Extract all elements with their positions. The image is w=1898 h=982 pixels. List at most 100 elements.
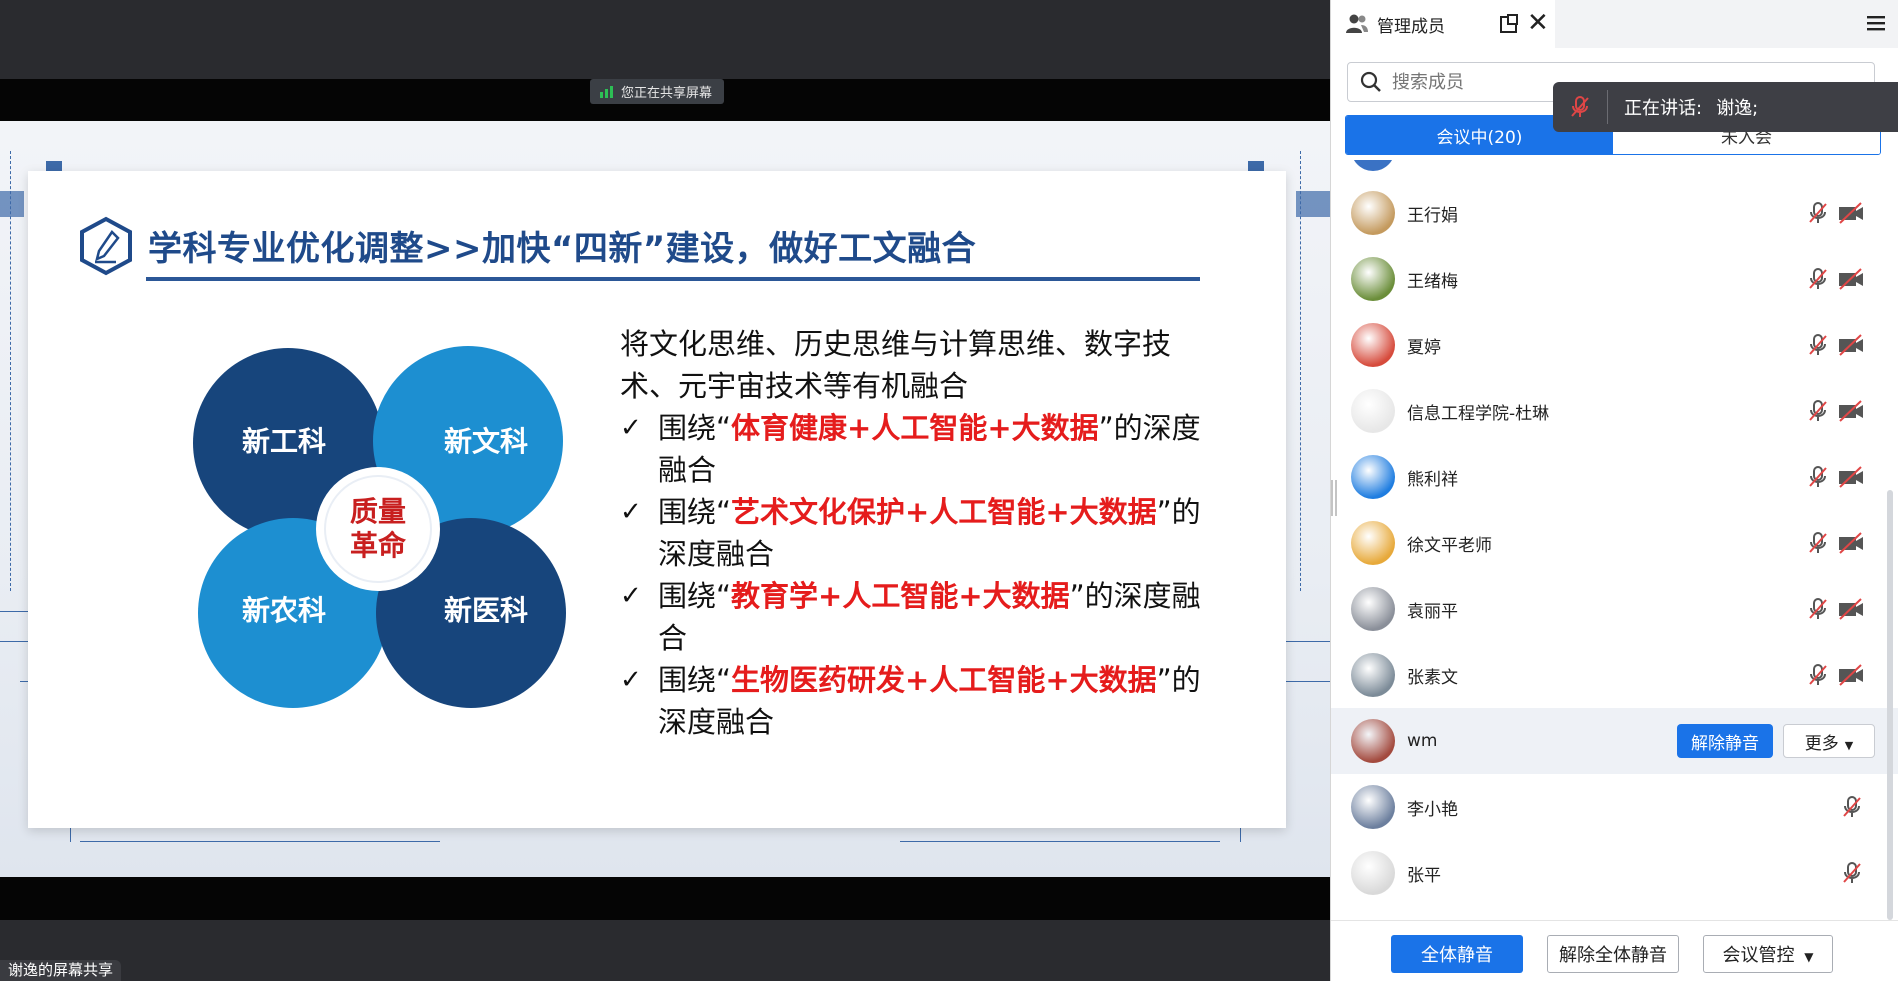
list-item[interactable] xyxy=(1331,160,1898,182)
camera-off-icon[interactable] xyxy=(1837,598,1865,620)
speaking-label: 正在讲话: xyxy=(1624,98,1703,119)
mic-off-icon[interactable] xyxy=(1807,399,1829,423)
member-name: 袁丽平 xyxy=(1407,601,1458,622)
scrollbar[interactable] xyxy=(1887,490,1893,920)
panel-footer: 全体静音 解除全体静音 会议管控 ▼ xyxy=(1331,920,1898,982)
list-item[interactable]: 夏婷 xyxy=(1331,312,1898,378)
slide-bullet: ✓ 围绕“艺术文化保护+人工智能+大数据”的深度融合 xyxy=(620,491,1220,575)
member-panel: 管理成员 ✕ 会议中(20) 未入会 王行娟王绪梅夏婷信息工程学院-杜琳熊利祥徐… xyxy=(1330,0,1898,982)
camera-off-icon[interactable] xyxy=(1837,334,1865,356)
shared-screen-area: 您正在共享屏幕 学科专业优化调整>>加快“四新”建设，做好工文融合 新工科 新文… xyxy=(0,0,1330,981)
avatar xyxy=(1351,521,1395,565)
list-item[interactable]: 王绪梅 xyxy=(1331,246,1898,312)
avatar xyxy=(1351,719,1395,763)
slide-bullet: ✓ 围绕“体育健康+人工智能+大数据”的深度融合 xyxy=(620,407,1220,491)
avatar xyxy=(1351,785,1395,829)
list-item[interactable]: 徐文平老师 xyxy=(1331,510,1898,576)
member-name: 张素文 xyxy=(1407,667,1458,688)
slide-body: 将文化思维、历史思维与计算思维、数字技术、元宇宙技术等有机融合 ✓ 围绕“体育健… xyxy=(620,323,1220,743)
speaking-indicator: 正在讲话: 谢逸; xyxy=(1553,82,1898,132)
avatar xyxy=(1351,160,1395,171)
meeting-control-button[interactable]: 会议管控 ▼ xyxy=(1703,935,1833,973)
member-name: 李小艳 xyxy=(1407,799,1458,820)
close-icon[interactable]: ✕ xyxy=(1527,10,1549,36)
avatar xyxy=(1351,653,1395,697)
quadrant-label-1: 新工科 xyxy=(242,425,326,458)
title-underline xyxy=(146,277,1200,281)
slide-title: 学科专业优化调整>>加快“四新”建设，做好工文融合 xyxy=(148,229,977,269)
signal-icon xyxy=(600,85,613,98)
quadrant-label-3: 新农科 xyxy=(242,594,326,627)
camera-off-icon[interactable] xyxy=(1837,400,1865,422)
camera-off-icon[interactable] xyxy=(1837,664,1865,686)
member-name: 张平 xyxy=(1407,865,1441,886)
mute-all-button[interactable]: 全体静音 xyxy=(1391,935,1523,973)
more-button[interactable]: 更多 ▼ xyxy=(1783,724,1875,758)
camera-off-icon[interactable] xyxy=(1837,532,1865,554)
member-name: 徐文平老师 xyxy=(1407,535,1492,556)
list-item[interactable]: 熊利祥 xyxy=(1331,444,1898,510)
mic-off-icon[interactable] xyxy=(1841,795,1863,819)
mic-off-icon[interactable] xyxy=(1807,201,1829,225)
chevron-down-icon: ▼ xyxy=(1844,738,1854,752)
panel-resize-handle[interactable] xyxy=(1330,480,1338,516)
check-icon: ✓ xyxy=(620,665,642,695)
bullet-text: 围绕“ xyxy=(658,495,732,529)
list-item[interactable]: 张平 xyxy=(1331,840,1898,906)
bullet-highlight: 生物医药研发+人工智能+大数据 xyxy=(731,663,1157,697)
more-label: 更多 xyxy=(1804,733,1839,754)
list-item[interactable]: 信息工程学院-杜琳 xyxy=(1331,378,1898,444)
mic-off-icon[interactable] xyxy=(1807,531,1829,555)
screen-share-status-text: 您正在共享屏幕 xyxy=(621,86,713,101)
members-icon xyxy=(1346,14,1368,33)
camera-off-icon[interactable] xyxy=(1837,466,1865,488)
center-label-line2: 革命 xyxy=(350,529,407,562)
list-item[interactable]: 张素文 xyxy=(1331,642,1898,708)
list-item[interactable]: 袁丽平 xyxy=(1331,576,1898,642)
check-icon: ✓ xyxy=(620,497,642,527)
mic-off-icon[interactable] xyxy=(1841,861,1863,885)
speaking-name: 谢逸; xyxy=(1716,98,1759,119)
member-name: wm xyxy=(1407,731,1438,751)
bullet-highlight: 教育学+人工智能+大数据 xyxy=(731,579,1070,613)
member-name: 王行娟 xyxy=(1407,205,1458,226)
avatar xyxy=(1351,455,1395,499)
member-list: 王行娟王绪梅夏婷 信息工程学院-杜琳 熊利祥徐文平老师袁丽平张素文 wm 解除静音 更多 ▼… xyxy=(1331,160,1898,920)
list-item[interactable]: 王行娟 xyxy=(1331,180,1898,246)
camera-off-icon[interactable] xyxy=(1837,202,1865,224)
list-item[interactable]: 李小艳 xyxy=(1331,774,1898,840)
bullet-text: 围绕“ xyxy=(658,663,732,697)
bullet-highlight: 体育健康+人工智能+大数据 xyxy=(731,411,1099,445)
letterbox-bottom xyxy=(0,877,1330,920)
slide-bullet: ✓ 围绕“生物医药研发+人工智能+大数据”的深度融合 xyxy=(620,659,1220,743)
bullet-text: 围绕“ xyxy=(658,411,732,445)
mic-off-icon[interactable] xyxy=(1807,267,1829,291)
chevron-down-icon: ▼ xyxy=(1804,950,1814,964)
center-label-line1: 质量 xyxy=(350,495,406,528)
quadrant-label-2: 新文科 xyxy=(444,425,528,458)
menu-icon[interactable] xyxy=(1865,12,1887,34)
unmute-all-button[interactable]: 解除全体静音 xyxy=(1547,935,1679,973)
panel-title: 管理成员 xyxy=(1377,16,1445,37)
mic-off-icon[interactable] xyxy=(1807,663,1829,687)
bullet-text: 围绕“ xyxy=(658,579,732,613)
avatar xyxy=(1351,389,1395,433)
mic-off-icon[interactable] xyxy=(1807,333,1829,357)
popout-icon[interactable] xyxy=(1499,14,1519,34)
avatar xyxy=(1351,323,1395,367)
camera-off-icon[interactable] xyxy=(1837,268,1865,290)
mic-off-icon[interactable] xyxy=(1807,465,1829,489)
screen-share-status: 您正在共享屏幕 xyxy=(590,79,725,104)
slide-bullet: ✓ 围绕“教育学+人工智能+大数据”的深度融合 xyxy=(620,575,1220,659)
unmute-button[interactable]: 解除静音 xyxy=(1677,724,1773,758)
mic-off-icon[interactable] xyxy=(1807,597,1829,621)
slide: 学科专业优化调整>>加快“四新”建设，做好工文融合 新工科 新文科 新农科 新医… xyxy=(28,171,1286,828)
check-icon: ✓ xyxy=(620,581,642,611)
panel-tab[interactable]: 管理成员 ✕ xyxy=(1331,0,1555,48)
member-name: 王绪梅 xyxy=(1407,271,1458,292)
four-new-disciplines-diagram: 新工科 新文科 新农科 新医科 质量 革命 xyxy=(193,346,566,708)
screen-share-tray-label[interactable]: 谢逸的屏幕共享 xyxy=(0,960,122,981)
list-item[interactable]: wm 解除静音 更多 ▼ xyxy=(1331,708,1898,774)
quadrant-label-4: 新医科 xyxy=(444,594,528,627)
panel-header: 管理成员 ✕ xyxy=(1331,0,1898,48)
